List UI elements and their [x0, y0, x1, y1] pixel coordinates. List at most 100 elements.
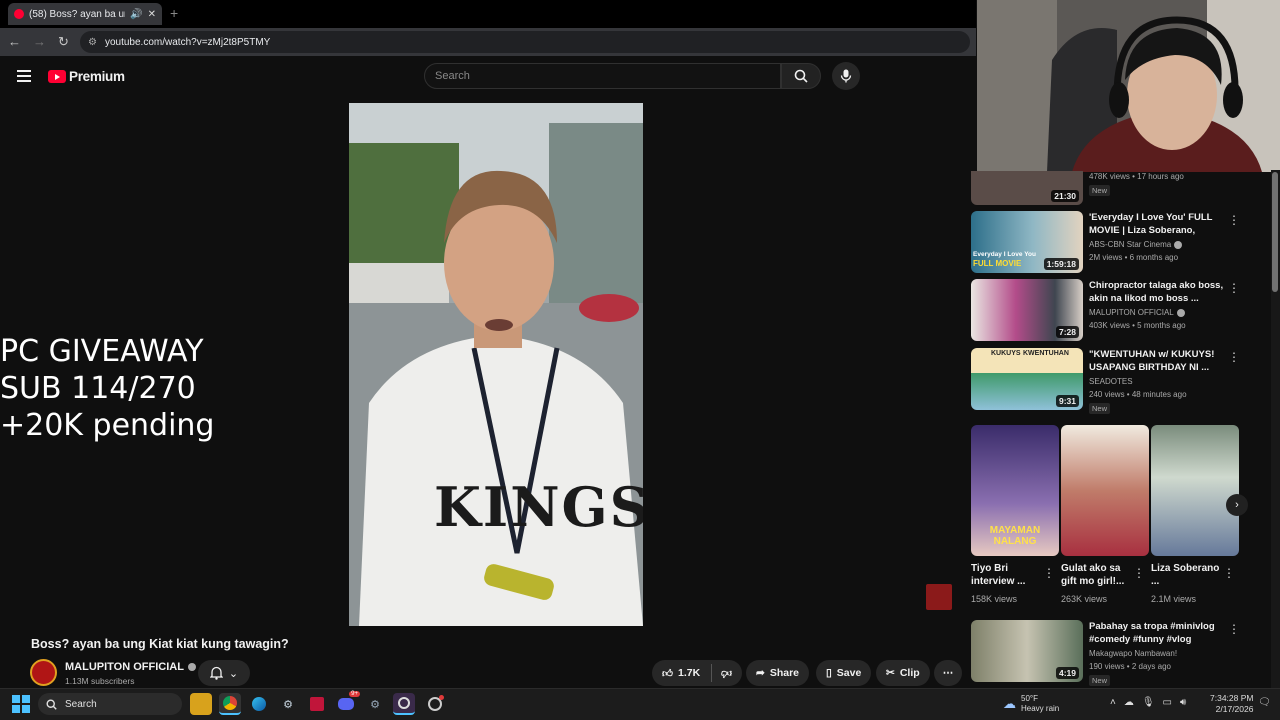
- reload-icon[interactable]: ↻: [58, 34, 69, 50]
- more-horizontal-icon: ⋯: [942, 667, 954, 679]
- file-explorer-icon[interactable]: [190, 693, 212, 715]
- channel-avatar[interactable]: [30, 659, 57, 686]
- voice-search-button[interactable]: [832, 62, 860, 90]
- weather-temp: 50°F: [1021, 694, 1038, 703]
- clip-button[interactable]: ✂ Clip: [876, 660, 930, 686]
- obs-icon[interactable]: [393, 693, 415, 715]
- recommended-video[interactable]: 7:28 Chiropractor talaga ako boss, akin …: [971, 279, 1261, 343]
- microphone-icon[interactable]: 🎙︎: [1142, 697, 1155, 708]
- channel-watermark-icon[interactable]: [926, 584, 952, 610]
- new-badge: New: [1089, 185, 1111, 196]
- short-overlay-text: MAYAMAN NALANG: [989, 525, 1041, 547]
- edge-icon[interactable]: [248, 693, 270, 715]
- taskbar-search[interactable]: Search: [38, 693, 182, 715]
- app-icon[interactable]: [424, 693, 446, 715]
- thumbnail-caption-2: FULL MOVIE: [973, 259, 1022, 268]
- video-meta: 190 views • 2 days ago: [1089, 662, 1171, 671]
- short-thumbnail[interactable]: MAYAMAN NALANG: [971, 425, 1059, 556]
- recommended-video[interactable]: 4:19 Pabahay sa tropa #minivlog #comedy …: [971, 620, 1261, 686]
- steam-icon[interactable]: ⚙: [277, 693, 299, 715]
- site-info-icon[interactable]: ⚙: [88, 37, 97, 48]
- like-count[interactable]: 1.7K: [678, 667, 700, 679]
- short-title[interactable]: Tiyo Bri interview ...: [971, 562, 1041, 588]
- more-vertical-icon[interactable]: ⋮: [1228, 350, 1240, 364]
- video-meta: 2M views • 6 months ago: [1089, 253, 1179, 262]
- video-meta: 240 views • 48 minutes ago: [1089, 390, 1187, 399]
- video-title: 'Everyday I Love You' FULL MOVIE | Liza …: [1089, 212, 1213, 236]
- video-title: Boss? ayan ba ung Kiat kiat kung tawagin…: [31, 637, 289, 651]
- thumbs-up-icon[interactable]: 👍︎: [662, 667, 673, 680]
- more-vertical-icon[interactable]: ⋮: [1043, 566, 1055, 580]
- chevron-up-icon[interactable]: ˄: [1110, 697, 1116, 708]
- video-meta: 403K views • 5 months ago: [1089, 321, 1186, 330]
- hamburger-menu-icon[interactable]: [17, 70, 31, 82]
- volume-icon[interactable]: 🔊︎: [1180, 697, 1186, 708]
- address-bar[interactable]: ⚙ youtube.com/watch?v=zMj2t8P5TMY: [80, 31, 970, 53]
- overlay-line-1: PC GIVEAWAY: [0, 334, 204, 369]
- windows-start-icon[interactable]: [12, 695, 30, 713]
- more-vertical-icon[interactable]: ⋮: [1228, 213, 1240, 227]
- share-label: Share: [769, 667, 799, 679]
- back-arrow-icon[interactable]: ←: [8, 34, 21, 50]
- channel-name[interactable]: MALUPITON OFFICIAL: [65, 661, 196, 673]
- video-title: "KWENTUHAN w/ KUKUYS! USAPANG BIRTHDAY N…: [1089, 349, 1215, 373]
- save-button[interactable]: ▯ Save: [816, 660, 872, 686]
- shirt-text: KINGS: [434, 475, 643, 539]
- notification-icon[interactable]: 🗨︎: [1258, 697, 1271, 708]
- scissors-icon: ✂: [886, 667, 895, 679]
- app-red-icon[interactable]: [306, 693, 328, 715]
- cloud-icon[interactable]: ☁: [1124, 697, 1134, 708]
- short-thumbnail[interactable]: [1151, 425, 1239, 556]
- close-tab-icon[interactable]: ✕: [148, 9, 156, 20]
- video-player[interactable]: KINGS: [349, 103, 643, 626]
- more-actions-button[interactable]: ⋯: [934, 660, 962, 686]
- short-title[interactable]: Gulat ako sa gift mo girl!...: [1061, 562, 1131, 588]
- discord-icon[interactable]: 9+: [335, 691, 360, 715]
- more-vertical-icon[interactable]: ⋮: [1223, 566, 1235, 580]
- overlay-line-2: SUB 114/270: [0, 371, 196, 406]
- video-title: Pabahay sa tropa #minivlog #comedy #funn…: [1089, 621, 1215, 645]
- giveaway-overlay: PC GIVEAWAY SUB 114/270 +20K pending: [0, 333, 214, 444]
- subscribed-bell-button[interactable]: ⌄: [198, 660, 250, 686]
- chrome-icon[interactable]: [219, 693, 241, 715]
- short-title[interactable]: Liza Soberano ...: [1151, 562, 1221, 588]
- duration-badge: 1:59:18: [1043, 258, 1079, 270]
- chevron-right-icon[interactable]: ›: [1226, 494, 1248, 516]
- youtube-favicon-icon: [14, 9, 24, 19]
- video-title: Chiropractor talaga ako boss, akin na li…: [1089, 280, 1224, 304]
- system-clock[interactable]: 7:34:28 PM 2/17/2026: [1210, 693, 1253, 715]
- more-vertical-icon[interactable]: ⋮: [1133, 566, 1145, 580]
- recommended-video[interactable]: Everyday I Love You FULL MOVIE 1:59:18 '…: [971, 211, 1261, 275]
- network-icon[interactable]: ▭: [1163, 697, 1172, 708]
- weather-widget[interactable]: ☁ 50°F Heavy rain: [1003, 694, 1059, 714]
- url-text: youtube.com/watch?v=zMj2t8P5TMY: [104, 36, 271, 48]
- thumbs-down-icon[interactable]: 👍︎: [721, 667, 732, 680]
- save-label: Save: [836, 667, 862, 679]
- youtube-premium-logo[interactable]: Premium: [48, 69, 125, 84]
- webcam-overlay: [977, 0, 1280, 172]
- new-tab-button[interactable]: +: [170, 5, 178, 21]
- verified-check-icon: [187, 663, 196, 671]
- more-vertical-icon[interactable]: ⋮: [1228, 622, 1240, 636]
- clip-label: Clip: [899, 667, 920, 679]
- video-meta: 478K views • 17 hours ago: [1089, 172, 1184, 181]
- discord-badge: 9+: [349, 691, 360, 697]
- more-vertical-icon[interactable]: ⋮: [1228, 281, 1240, 295]
- thumbnail-caption: KUKUYS: [991, 350, 1021, 357]
- settings-gear-icon[interactable]: ⚙: [364, 693, 386, 715]
- recommended-video[interactable]: KUKUYS KWENTUHAN 9:31 "KWENTUHAN w/ KUKU…: [971, 348, 1261, 414]
- forward-arrow-icon[interactable]: →: [33, 34, 46, 50]
- browser-tab[interactable]: (58) Boss? ayan ba ung Kiat kiat kung ta…: [8, 3, 162, 25]
- short-thumbnail[interactable]: [1061, 425, 1149, 556]
- search-button[interactable]: [781, 63, 821, 89]
- new-badge: New: [1089, 403, 1111, 414]
- like-dislike-group: 👍︎ 1.7K 👍︎: [652, 660, 742, 686]
- nav-buttons: ← → ↻: [8, 34, 69, 50]
- weather-desc: Heavy rain: [1021, 704, 1060, 713]
- scrollbar-thumb[interactable]: [1272, 172, 1278, 292]
- share-button[interactable]: ➦ Share: [746, 660, 809, 686]
- subscriber-count: 1.13M subscribers: [65, 676, 135, 686]
- search-input[interactable]: Search: [424, 63, 781, 89]
- speaker-icon[interactable]: 🔊: [130, 9, 142, 20]
- clock-date: 2/17/2026: [1215, 704, 1254, 714]
